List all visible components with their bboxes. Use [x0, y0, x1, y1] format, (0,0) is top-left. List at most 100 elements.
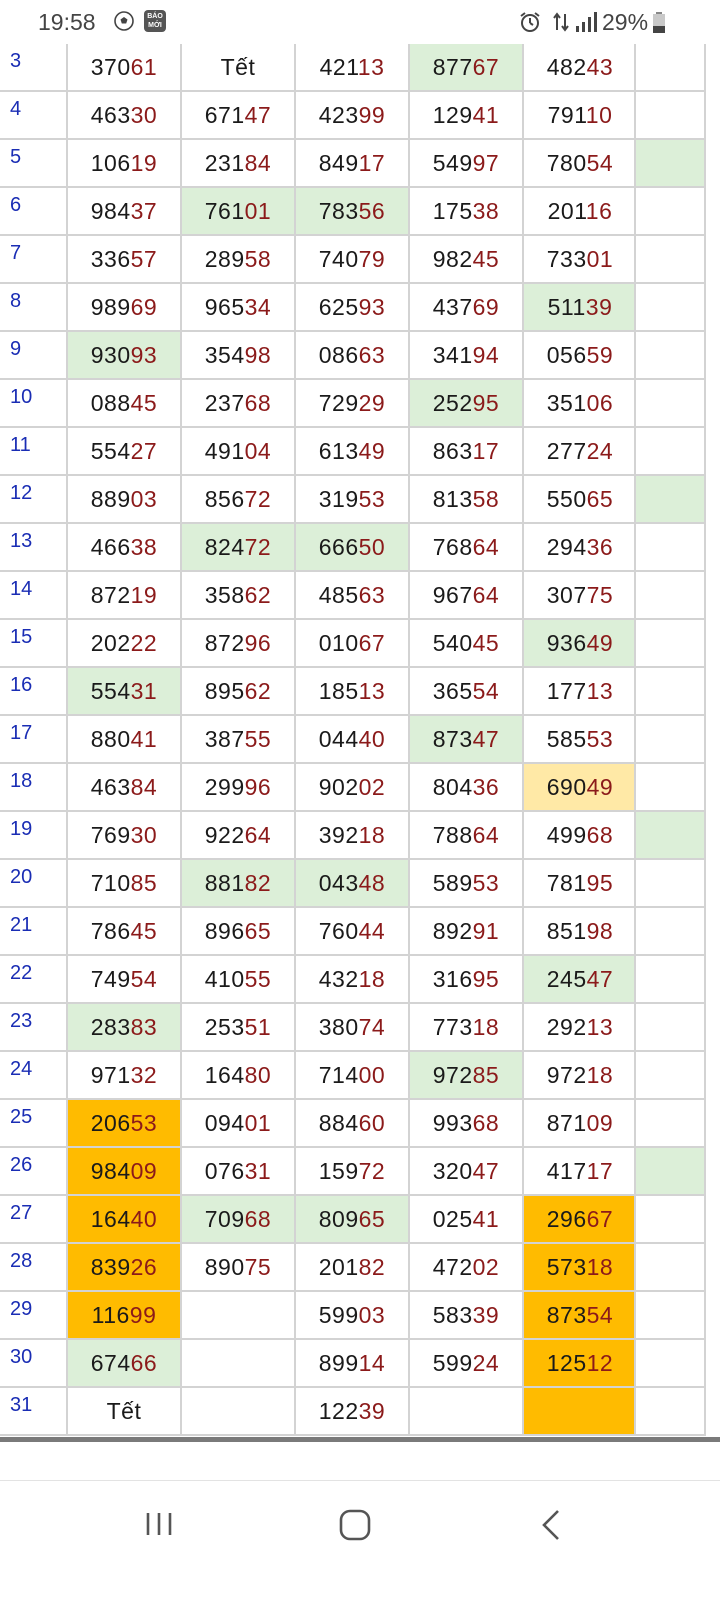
result-cell: 31953	[294, 476, 408, 524]
alarm-icon	[520, 12, 540, 32]
baomoi-app-icon: BÁO MỚI	[144, 10, 166, 32]
soccer-ball-icon	[114, 11, 134, 31]
result-tail-digits: 34	[244, 294, 272, 320]
result-cell: 55431	[66, 668, 180, 716]
result-cell: 29996	[180, 764, 294, 812]
result-head-digits: 341	[432, 342, 473, 368]
result-cell: 58953	[408, 860, 522, 908]
result-cell: 85198	[522, 908, 636, 956]
result-cell: 54045	[408, 620, 522, 668]
result-tail-digits: 41	[472, 1206, 500, 1232]
result-head-digits: 930	[90, 342, 131, 368]
day-number: 5	[10, 146, 22, 168]
result-tail-digits: 01	[244, 1110, 272, 1136]
result-head-digits: 202	[90, 630, 131, 656]
result-tail-digits: 03	[358, 1302, 386, 1328]
result-head-digits: 491	[204, 438, 245, 464]
marker-cell	[634, 668, 706, 716]
marker-cell	[634, 956, 706, 1004]
result-cell: 39218	[294, 812, 408, 860]
result-tail-digits: 30	[130, 822, 158, 848]
result-tail-digits: 98	[586, 918, 614, 944]
result-head-digits: 365	[432, 678, 473, 704]
day-number: 19	[10, 818, 33, 840]
result-tail-digits: 93	[130, 342, 158, 368]
day-cell: 29	[0, 1292, 66, 1340]
result-head-digits: 710	[90, 870, 131, 896]
result-head-digits: 319	[318, 486, 359, 512]
empty-cell	[408, 1388, 522, 1436]
home-icon[interactable]	[338, 1508, 372, 1542]
result-head-digits: 245	[546, 966, 587, 992]
result-cell: 76101	[180, 188, 294, 236]
result-tail-digits: 55	[244, 966, 272, 992]
result-tail-digits: 64	[472, 822, 500, 848]
result-cell: 43769	[408, 284, 522, 332]
marker-cell	[634, 572, 706, 620]
result-cell: 90202	[294, 764, 408, 812]
result-head-digits: 884	[318, 1110, 359, 1136]
day-number: 8	[10, 290, 22, 312]
day-number: 6	[10, 194, 22, 216]
result-head-digits: 880	[90, 726, 131, 752]
result-head-digits: 237	[204, 390, 245, 416]
result-cell: 41717	[522, 1148, 636, 1196]
result-cell: 46384	[66, 764, 180, 812]
result-head-digits: 299	[204, 774, 245, 800]
marker-cell	[634, 236, 706, 284]
result-tail-digits: 31	[130, 678, 158, 704]
result-tail-digits: 96	[244, 774, 272, 800]
empty-cell	[180, 1388, 294, 1436]
result-cell: 23184	[180, 140, 294, 188]
day-cell: 27	[0, 1196, 66, 1244]
day-cell: 16	[0, 668, 66, 716]
marker-cell	[634, 716, 706, 764]
day-number: 3	[10, 50, 22, 72]
day-number: 28	[10, 1250, 33, 1272]
result-head-digits: 010	[318, 630, 359, 656]
result-tail-digits: 40	[358, 726, 386, 752]
result-cell: 11699	[66, 1292, 180, 1340]
result-cell: 04348	[294, 860, 408, 908]
result-tail-digits: 17	[358, 150, 386, 176]
back-icon[interactable]	[538, 1508, 564, 1542]
result-cell: 36554	[408, 668, 522, 716]
result-tail-digits: 63	[358, 582, 386, 608]
result-tail-digits: 75	[244, 1254, 272, 1280]
table-row: 5 10619 23184 84917 54997 78054	[0, 140, 720, 188]
result-cell: 78645	[66, 908, 180, 956]
result-head-digits: 499	[546, 822, 587, 848]
result-tail-digits: 36	[586, 534, 614, 560]
day-cell: 3	[0, 44, 66, 92]
result-head-digits: 088	[90, 390, 131, 416]
result-cell: 82472	[180, 524, 294, 572]
result-tail-digits: 83	[130, 1014, 158, 1040]
result-head-digits: 989	[90, 294, 131, 320]
result-head-digits: 554	[90, 678, 131, 704]
result-tail-digits: 54	[472, 678, 500, 704]
result-head-digits: 540	[432, 630, 473, 656]
result-head-digits: 791	[547, 102, 586, 128]
result-cell: 37061	[66, 44, 180, 92]
empty-cell	[180, 1292, 294, 1340]
result-head-digits: 599	[318, 1302, 359, 1328]
day-cell: 6	[0, 188, 66, 236]
result-tail-digits: 04	[244, 438, 272, 464]
result-tail-digits: 68	[472, 1110, 500, 1136]
result-cell: 88903	[66, 476, 180, 524]
result-cell: 58553	[522, 716, 636, 764]
result-cell: 49968	[522, 812, 636, 860]
result-cell: 98409	[66, 1148, 180, 1196]
result-tail-digits: 85	[472, 1062, 500, 1088]
recent-apps-icon[interactable]	[143, 1510, 175, 1538]
result-tail-digits: 19	[130, 150, 158, 176]
status-time: 19:58	[38, 9, 96, 35]
result-cell: 69049	[522, 764, 636, 812]
result-cell: 08845	[66, 380, 180, 428]
table-row: 17 88041 38755 04440 87347 58553	[0, 716, 720, 764]
result-head-digits: 354	[204, 342, 245, 368]
result-tail-digits: 62	[244, 678, 272, 704]
holiday-cell: Tết	[180, 44, 294, 92]
result-tail-digits: 30	[130, 102, 158, 128]
result-cell: 43218	[294, 956, 408, 1004]
